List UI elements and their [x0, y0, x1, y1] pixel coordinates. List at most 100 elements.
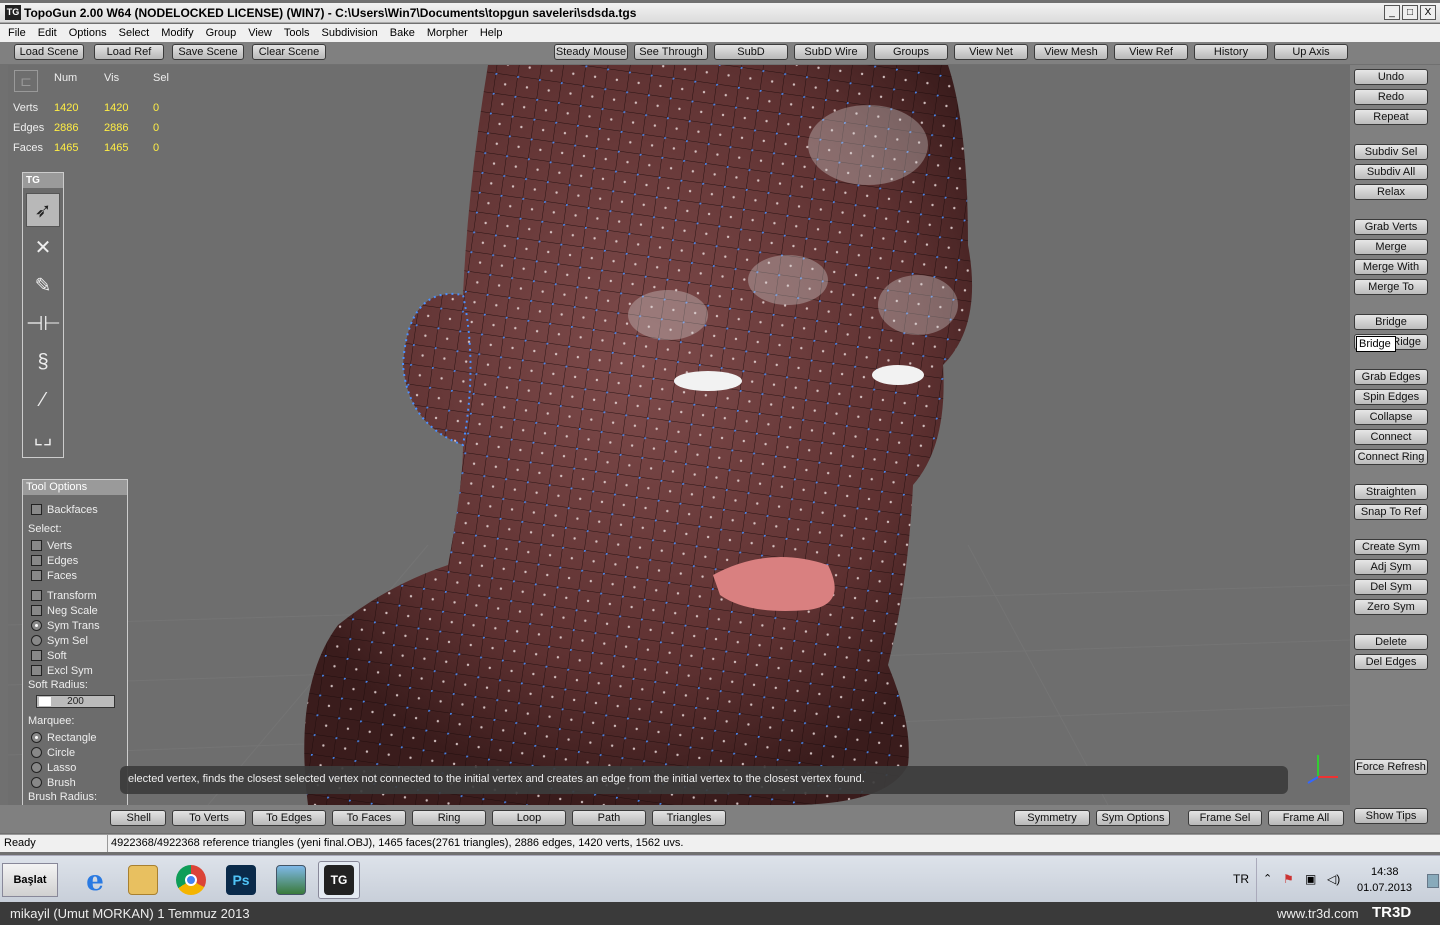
merge-button[interactable]: Merge [1354, 239, 1428, 255]
menu-morpher[interactable]: Morpher [419, 24, 472, 41]
subdiv-sel-button[interactable]: Subdiv Sel [1354, 144, 1428, 160]
show-hidden-icons-icon[interactable]: ⌃ [1263, 872, 1272, 885]
force-refresh-button[interactable]: Force Refresh [1354, 759, 1428, 775]
menu-select[interactable]: Select [111, 24, 154, 41]
slider-knob[interactable] [39, 697, 51, 706]
view-mesh-button[interactable]: View Mesh [1034, 44, 1108, 60]
internet-explorer-icon[interactable]: e [74, 861, 116, 899]
to-edges-button[interactable]: To Edges [252, 810, 326, 826]
frame-sel-button[interactable]: Frame Sel [1188, 810, 1262, 826]
triangles-button[interactable]: Triangles [652, 810, 726, 826]
del-edges-button[interactable]: Del Edges [1354, 654, 1428, 670]
close-button[interactable]: X [1420, 5, 1436, 20]
action-center-icon[interactable]: ⚑ [1283, 872, 1294, 886]
language-indicator[interactable]: TR [1233, 872, 1249, 886]
shell-button[interactable]: Shell [110, 810, 166, 826]
menu-tools[interactable]: Tools [276, 24, 314, 41]
pencil-tool-icon[interactable]: ✎ [26, 269, 60, 303]
save-scene-button[interactable]: Save Scene [172, 44, 244, 60]
rectangle-radio[interactable]: Rectangle [31, 732, 97, 745]
frame-tool-icon[interactable]: ⌞⌟ [26, 421, 60, 455]
volume-icon[interactable]: ◁) [1327, 872, 1340, 886]
grab-verts-button[interactable]: Grab Verts [1354, 219, 1428, 235]
viewport-canvas[interactable] [8, 65, 1350, 805]
spin-edges-button[interactable]: Spin Edges [1354, 389, 1428, 405]
collapse-button[interactable]: Collapse [1354, 409, 1428, 425]
file-explorer-icon[interactable] [122, 861, 164, 899]
merge-with-button[interactable]: Merge With [1354, 259, 1428, 275]
network-icon[interactable]: ▣ [1305, 872, 1316, 886]
subdiv-all-button[interactable]: Subdiv All [1354, 164, 1428, 180]
create-sym-button[interactable]: Create Sym [1354, 539, 1428, 555]
see-through-button[interactable]: See Through [634, 44, 708, 60]
minimize-button[interactable]: _ [1384, 5, 1400, 20]
menu-bake[interactable]: Bake [382, 24, 419, 41]
connect-button[interactable]: Connect [1354, 429, 1428, 445]
sym-sel-radio[interactable]: Sym Sel [31, 635, 88, 648]
select-tool-icon[interactable]: ➶ [26, 193, 60, 227]
clear-scene-button[interactable]: Clear Scene [252, 44, 326, 60]
del-sym-button[interactable]: Del Sym [1354, 579, 1428, 595]
maximize-button[interactable]: □ [1402, 5, 1418, 20]
menu-modify[interactable]: Modify [153, 24, 197, 41]
menu-view[interactable]: View [240, 24, 276, 41]
merge-to-button[interactable]: Merge To [1354, 279, 1428, 295]
start-button[interactable]: Başlat [2, 863, 58, 897]
undo-button[interactable]: Undo [1354, 69, 1428, 85]
menu-subdivision[interactable]: Subdivision [314, 24, 382, 41]
adj-sym-button[interactable]: Adj Sym [1354, 559, 1428, 575]
clock-time[interactable]: 14:38 [1371, 866, 1399, 878]
up-axis-button[interactable]: Up Axis [1274, 44, 1348, 60]
menu-edit[interactable]: Edit [30, 24, 61, 41]
to-verts-button[interactable]: To Verts [172, 810, 246, 826]
excl-sym-checkbox[interactable]: Excl Sym [31, 665, 93, 678]
straighten-button[interactable]: Straighten [1354, 484, 1428, 500]
faces-checkbox[interactable]: Faces [31, 570, 77, 583]
chrome-icon[interactable] [170, 861, 212, 899]
lasso-radio[interactable]: Lasso [31, 762, 76, 775]
redo-button[interactable]: Redo [1354, 89, 1428, 105]
ring-button[interactable]: Ring [412, 810, 486, 826]
relax-button[interactable]: Relax [1354, 184, 1428, 200]
cut-tool-icon[interactable]: ✕ [26, 231, 60, 265]
history-button[interactable]: History [1194, 44, 1268, 60]
menu-file[interactable]: File [0, 24, 30, 41]
subd-wire-button[interactable]: SubD Wire [794, 44, 868, 60]
view-net-button[interactable]: View Net [954, 44, 1028, 60]
3d-viewport[interactable] [8, 65, 1350, 805]
clock-date[interactable]: 01.07.2013 [1357, 882, 1412, 894]
bridge-button[interactable]: Bridge [1354, 314, 1428, 330]
zero-sym-button[interactable]: Zero Sym [1354, 599, 1428, 615]
load-scene-button[interactable]: Load Scene [14, 44, 84, 60]
to-faces-button[interactable]: To Faces [332, 810, 406, 826]
brush-radio[interactable]: Brush [31, 777, 76, 790]
brush-tool-icon[interactable]: ⁄ [26, 383, 60, 417]
view-ref-button[interactable]: View Ref [1114, 44, 1188, 60]
grab-edges-button[interactable]: Grab Edges [1354, 369, 1428, 385]
menu-help[interactable]: Help [472, 24, 507, 41]
loop-button[interactable]: Loop [492, 810, 566, 826]
transform-checkbox[interactable]: Transform [31, 590, 97, 603]
path-button[interactable]: Path [572, 810, 646, 826]
circle-radio[interactable]: Circle [31, 747, 75, 760]
groups-button[interactable]: Groups [874, 44, 948, 60]
backfaces-checkbox[interactable]: Backfaces [31, 504, 98, 517]
show-desktop-button[interactable] [1427, 874, 1439, 888]
menu-options[interactable]: Options [61, 24, 111, 41]
measure-tool-icon[interactable]: ⊣⊢ [26, 307, 61, 341]
frame-all-button[interactable]: Frame All [1268, 810, 1344, 826]
delete-button[interactable]: Delete [1354, 634, 1428, 650]
snap-to-ref-button[interactable]: Snap To Ref [1354, 504, 1428, 520]
topogun-taskbar-icon[interactable]: TG [318, 861, 360, 899]
sym-options-button[interactable]: Sym Options [1096, 810, 1170, 826]
symmetry-button[interactable]: Symmetry [1014, 810, 1090, 826]
steady-mouse-button[interactable]: Steady Mouse [554, 44, 628, 60]
connect-ring-button[interactable]: Connect Ring [1354, 449, 1428, 465]
load-ref-button[interactable]: Load Ref [94, 44, 164, 60]
menu-group[interactable]: Group [198, 24, 241, 41]
show-tips-button[interactable]: Show Tips [1354, 808, 1428, 824]
repeat-button[interactable]: Repeat [1354, 109, 1428, 125]
sym-trans-radio[interactable]: Sym Trans [31, 620, 100, 633]
soft-checkbox[interactable]: Soft [31, 650, 67, 663]
soft-radius-slider[interactable]: 200 [36, 695, 115, 708]
